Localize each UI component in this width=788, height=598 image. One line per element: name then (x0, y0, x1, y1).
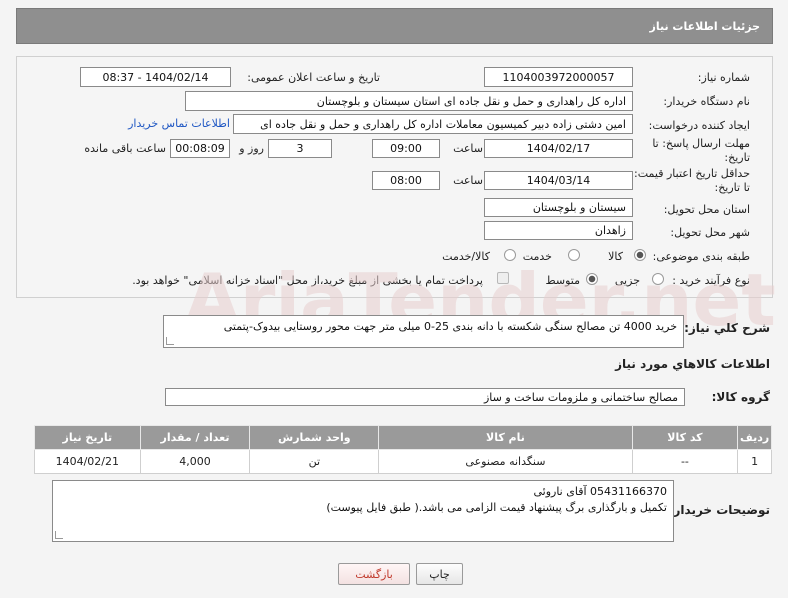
cell-unit: تن (249, 449, 380, 474)
reply-time-label: ساعت (453, 142, 483, 155)
delivery-province-label: استان محل تحویل: (663, 203, 750, 216)
category-option-goods: کالا (608, 250, 623, 263)
treasury-note: پرداخت تمام یا بخشی از مبلغ خرید،از محل … (132, 274, 483, 287)
need-number-label: شماره نیاز: (697, 71, 750, 84)
price-validity-time-label: ساعت (453, 174, 483, 187)
reply-date-field: 1404/02/17 (484, 139, 633, 158)
category-radio-service[interactable] (568, 249, 580, 261)
reply-days-field: 3 (268, 139, 332, 158)
price-validity-label: حداقل تاریخ اعتبار قیمت: (634, 167, 750, 180)
col-header-row-number: ردیف (737, 425, 772, 450)
col-header-name: نام کالا (378, 425, 633, 450)
delivery-province-field: سیستان و بلوچستان (484, 198, 633, 217)
treasury-checkbox[interactable] (497, 272, 509, 284)
table-row: 1 -- سنگدانه مصنوعی تن 4,000 1404/02/21 (34, 449, 772, 474)
buyer-org-label: نام دستگاه خریدار: (663, 95, 750, 108)
buyer-contact-link[interactable]: اطلاعات تماس خریدار (128, 117, 230, 130)
category-radio-goods-service[interactable] (504, 249, 516, 261)
buyer-notes-field: 05431166370 آقای ناروئی تکمیل و بارگذاری… (52, 480, 674, 542)
back-button[interactable]: بازگشت (338, 563, 410, 585)
goods-group-label: گروه کالا: (711, 390, 770, 404)
cell-need-date: 1404/02/21 (34, 449, 141, 474)
reply-deadline-label: مهلت ارسال پاسخ: تا (652, 137, 750, 150)
reply-deadline-label-line2: تاریخ: (724, 151, 750, 164)
buyer-org-field: اداره کل راهداری و حمل و نقل جاده ای است… (185, 91, 633, 111)
requester-label: ایجاد کننده درخواست: (648, 119, 750, 132)
resize-grip-icon[interactable] (166, 337, 174, 345)
category-label: طبقه بندی موضوعی: (652, 250, 750, 263)
description-label: شرح کلي نياز: (684, 321, 770, 335)
col-header-quantity: تعداد / مقدار (139, 425, 251, 450)
page-header: جزئیات اطلاعات نیاز (16, 8, 773, 44)
cell-name: سنگدانه مصنوعی (378, 449, 633, 474)
buyer-notes-label: توضیحات خریدار: (668, 503, 770, 517)
delivery-city-field: زاهدان (484, 221, 633, 240)
goods-table: ردیف کد کالا نام کالا واحد شمارش تعداد /… (34, 425, 772, 474)
goods-group-field: مصالح ساختمانی و ملزومات ساخت و ساز (165, 388, 685, 406)
process-option-medium: متوسط (545, 274, 580, 287)
col-header-need-date: تاریخ نیاز (34, 425, 141, 450)
price-validity-time-field: 08:00 (372, 171, 440, 190)
process-option-minor: جزیی (614, 274, 640, 287)
description-field: خرید 4000 تن مصالح سنگی شکسته با دانه بن… (163, 315, 684, 348)
price-validity-date-field: 1404/03/14 (484, 171, 633, 190)
col-header-unit: واحد شمارش (249, 425, 380, 450)
announce-datetime-label: تاریخ و ساعت اعلان عمومی: (247, 71, 380, 84)
print-button[interactable]: چاپ (416, 563, 463, 585)
delivery-city-label: شهر محل تحویل: (670, 226, 750, 239)
category-option-goods-service: کالا/خدمت (442, 250, 490, 263)
price-validity-label-line2: تا تاریخ: (714, 181, 750, 194)
cell-row-number: 1 (737, 449, 772, 474)
goods-table-header-row: ردیف کد کالا نام کالا واحد شمارش تعداد /… (34, 425, 772, 450)
remaining-time-label: ساعت باقی مانده (84, 142, 166, 155)
buyer-notes-line2: تکمیل و بارگذاری برگ پیشنهاد قیمت الزامی… (326, 501, 667, 514)
days-label: روز و (239, 142, 264, 155)
cell-code: -- (631, 449, 739, 474)
category-option-service: خدمت (522, 250, 552, 263)
remaining-time-field: 00:08:09 (170, 139, 230, 158)
description-text: خرید 4000 تن مصالح سنگی شکسته با دانه بن… (223, 320, 677, 333)
requester-field: امین دشتی زاده دبیر کمیسیون معاملات ادار… (233, 114, 633, 134)
cell-quantity: 4,000 (139, 449, 251, 474)
col-header-code: کد کالا (631, 425, 739, 450)
announce-datetime-field: 1404/02/14 - 08:37 (80, 67, 231, 87)
process-radio-medium[interactable] (586, 273, 598, 285)
resize-grip-icon[interactable] (55, 531, 63, 539)
purchase-process-label: نوع فرآیند خرید : (672, 274, 750, 287)
need-number-field: 1104003972000057 (484, 67, 633, 87)
process-radio-minor[interactable] (652, 273, 664, 285)
reply-time-field: 09:00 (372, 139, 440, 158)
buyer-notes-line1: 05431166370 آقای ناروئی (533, 485, 667, 498)
page-title: جزئیات اطلاعات نیاز (649, 19, 761, 33)
goods-info-title: اطلاعات کالاهاي مورد نياز (615, 357, 770, 371)
category-radio-goods[interactable] (634, 249, 646, 261)
